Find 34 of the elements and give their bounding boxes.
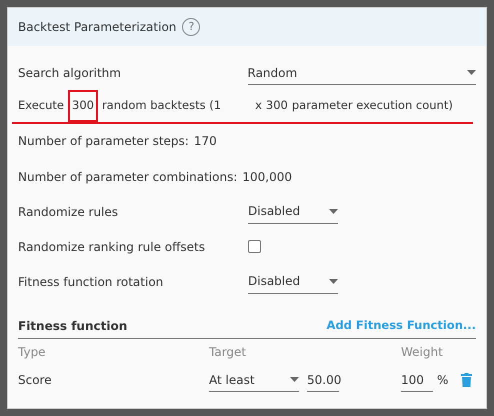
column-header: Type [18,344,47,361]
setting-label: Randomize rules [18,204,120,220]
execute-text: x [255,97,262,114]
panel-title: Backtest Parameterization [18,19,176,36]
checkbox[interactable] [248,240,261,253]
execute-text: 300 [68,90,98,122]
type-cell-text: Score [18,372,53,389]
dropdown[interactable]: Random [248,61,476,85]
execute-text: parameter execution count) [292,97,453,114]
field-label: Search algorithm [18,65,122,82]
dropdown[interactable]: Disabled [248,270,338,294]
stat-value: 170 [194,133,217,150]
dropdown[interactable]: At least [209,368,299,392]
dropdown[interactable]: Disabled [248,200,338,224]
stat-label: Number of parameter steps: [18,133,189,150]
setting-label: Fitness function rotation [18,274,164,290]
column-header: Target [209,344,248,361]
target-value-field[interactable]: 50.00 [307,368,339,392]
execute-text: random backtests (1 [102,97,222,114]
section-title: Fitness function [18,318,128,334]
execute-text: 300 [266,97,288,114]
execute-text: Execute [18,97,64,114]
stat-value: 100,000 [242,169,292,186]
column-header: Weight [401,344,443,361]
caret-icon [467,70,476,75]
help-button[interactable]: ? [182,18,200,36]
trash-icon[interactable] [461,373,472,387]
caret-icon [329,278,338,284]
weight-field[interactable]: 100 [401,368,433,392]
caret-icon [329,208,338,214]
stat-label: Number of parameter combinations: [18,169,238,186]
setting-label: Randomize ranking rule offsets [18,238,206,256]
unit-label: % [437,372,448,389]
caret-icon [290,377,299,382]
